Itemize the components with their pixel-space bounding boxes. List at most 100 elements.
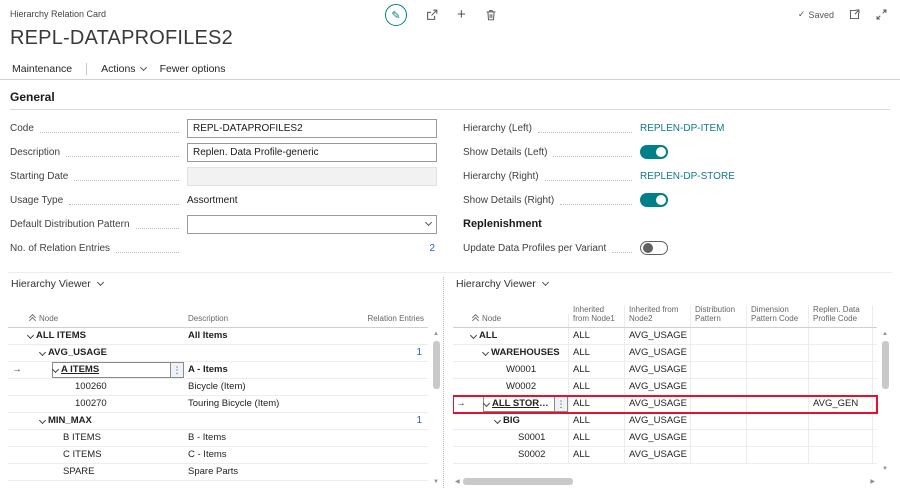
table-row[interactable]: 100260Bicycle (Item) bbox=[8, 379, 428, 396]
expand-chevron-icon[interactable] bbox=[483, 399, 490, 406]
collapse-all-icon[interactable] bbox=[30, 315, 35, 321]
ellipsis-menu-button[interactable]: ⋮ bbox=[554, 397, 567, 411]
node-cell: S0002 bbox=[469, 447, 569, 463]
node-label[interactable]: 100260 bbox=[75, 379, 107, 395]
scroll-up-icon[interactable]: ▲ bbox=[433, 330, 439, 338]
node-label[interactable]: W0002 bbox=[506, 379, 536, 395]
node-label[interactable]: WAREHOUSES bbox=[491, 345, 560, 361]
node-box[interactable]: W0002 bbox=[495, 379, 568, 395]
scroll-up-icon[interactable]: ▲ bbox=[882, 330, 888, 338]
table-row[interactable]: W0001ALLAVG_USAGE bbox=[453, 362, 877, 379]
expand-chevron-icon[interactable] bbox=[482, 348, 489, 355]
node-label[interactable]: C ITEMS bbox=[63, 447, 102, 463]
node-box[interactable]: ALL ITEMS bbox=[28, 328, 184, 344]
scrollbar-thumb[interactable] bbox=[882, 341, 889, 389]
toggle-show-details-right[interactable] bbox=[640, 193, 668, 207]
node-box[interactable]: W0001 bbox=[495, 362, 568, 378]
node-box[interactable]: AVG_USAGE bbox=[40, 345, 184, 361]
table-row[interactable]: 100270Touring Bicycle (Item) bbox=[8, 396, 428, 413]
table-row[interactable]: BIGALLAVG_USAGE bbox=[453, 413, 877, 430]
node-box[interactable]: MIN_MAX bbox=[40, 413, 184, 429]
table-row[interactable]: →A ITEMS⋮A - Items bbox=[8, 362, 428, 379]
table-row[interactable]: →ALL STORES⋮ALLAVG_USAGEAVG_GEN bbox=[453, 396, 877, 413]
node-box[interactable]: B ITEMS bbox=[52, 430, 184, 446]
node-box[interactable]: S0001 bbox=[507, 430, 568, 446]
table-row[interactable]: B ITEMSB - Items bbox=[8, 430, 428, 447]
table-row[interactable]: S0001ALLAVG_USAGE bbox=[453, 430, 877, 447]
scroll-down-icon[interactable]: ▼ bbox=[433, 478, 439, 486]
node-label[interactable]: AVG_USAGE bbox=[48, 345, 107, 361]
add-icon[interactable]: + bbox=[457, 8, 466, 22]
table-row[interactable]: SPARESpare Parts bbox=[8, 464, 428, 481]
horizontal-scrollbar[interactable]: ◀ ▶ bbox=[453, 475, 877, 488]
node-label[interactable]: 100270 bbox=[75, 396, 107, 412]
scroll-down-icon[interactable]: ▼ bbox=[882, 465, 888, 473]
toggle-show-details-left[interactable] bbox=[640, 145, 668, 159]
vertical-scrollbar[interactable]: ▲ ▼ bbox=[878, 328, 892, 475]
table-row[interactable]: W0002ALLAVG_USAGE bbox=[453, 379, 877, 396]
popout-icon[interactable] bbox=[848, 8, 861, 21]
node-label[interactable]: BIG bbox=[503, 413, 520, 429]
vertical-scrollbar[interactable]: ▲ ▼ bbox=[429, 328, 443, 488]
collapse-all-icon[interactable] bbox=[473, 315, 478, 321]
table-row[interactable]: WAREHOUSESALLAVG_USAGE bbox=[453, 345, 877, 362]
table-row[interactable]: S0002ALLAVG_USAGE bbox=[453, 447, 877, 464]
right-viewer-caption[interactable]: Hierarchy Viewer bbox=[456, 278, 892, 290]
expand-chevron-icon[interactable] bbox=[52, 365, 59, 372]
section-title-general[interactable]: General bbox=[10, 86, 890, 110]
node-box[interactable]: 100270 bbox=[64, 396, 184, 412]
node-label[interactable]: S0002 bbox=[518, 447, 545, 463]
scrollbar-thumb[interactable] bbox=[463, 478, 573, 485]
scroll-left-icon[interactable]: ◀ bbox=[455, 478, 460, 486]
node-label[interactable]: A ITEMS bbox=[61, 362, 99, 378]
lookup-link[interactable]: REPLEN-DP-ITEM bbox=[640, 123, 724, 134]
expand-chevron-icon[interactable] bbox=[27, 331, 34, 338]
node-box[interactable]: C ITEMS bbox=[52, 447, 184, 463]
edit-icon[interactable]: ✎ bbox=[385, 4, 407, 26]
text-input[interactable]: REPL-DATAPROFILES2 bbox=[187, 119, 437, 138]
node-box[interactable]: ALL bbox=[471, 328, 568, 344]
selected-node-box[interactable]: ALL STORES⋮ bbox=[483, 396, 568, 412]
scroll-right-icon[interactable]: ▶ bbox=[870, 478, 875, 486]
drilldown-link[interactable]: 2 bbox=[429, 243, 437, 254]
relation-entries-link[interactable]: 1 bbox=[416, 415, 424, 426]
expand-chevron-icon[interactable] bbox=[39, 416, 46, 423]
value-cell-inherited-from-node2: AVG_USAGE bbox=[625, 396, 691, 412]
node-box[interactable]: 100260 bbox=[64, 379, 184, 395]
left-viewer-caption[interactable]: Hierarchy Viewer bbox=[11, 278, 443, 290]
node-label[interactable]: ALL bbox=[479, 328, 497, 344]
node-label[interactable]: ALL STORES bbox=[492, 396, 551, 412]
node-box[interactable]: SPARE bbox=[52, 464, 184, 480]
node-label[interactable]: ALL ITEMS bbox=[36, 328, 86, 344]
node-label[interactable]: S0001 bbox=[518, 430, 545, 446]
ellipsis-menu-button[interactable]: ⋮ bbox=[170, 363, 183, 377]
expand-chevron-icon[interactable] bbox=[39, 348, 46, 355]
text-input[interactable]: Replen. Data Profile-generic bbox=[187, 143, 437, 162]
expand-chevron-icon[interactable] bbox=[494, 416, 501, 423]
delete-icon[interactable] bbox=[484, 8, 498, 22]
expand-chevron-icon[interactable] bbox=[470, 331, 477, 338]
node-label[interactable]: B ITEMS bbox=[63, 430, 101, 446]
share-icon[interactable] bbox=[425, 8, 439, 22]
node-box[interactable]: S0002 bbox=[507, 447, 568, 463]
lookup-link[interactable]: REPLEN-DP-STORE bbox=[640, 171, 735, 182]
node-label[interactable]: W0001 bbox=[506, 362, 536, 378]
menu-item-maintenance[interactable]: Maintenance bbox=[12, 63, 72, 75]
selected-node-box[interactable]: A ITEMS ⋮ bbox=[52, 362, 184, 378]
relation-entries-link[interactable]: 1 bbox=[416, 347, 424, 358]
node-box[interactable]: BIG bbox=[495, 413, 568, 429]
node-box[interactable]: WAREHOUSES bbox=[483, 345, 568, 361]
select-input[interactable] bbox=[187, 215, 437, 234]
menu-item-actions[interactable]: Actions bbox=[101, 63, 145, 75]
table-row[interactable]: MIN_MAX 1 bbox=[8, 413, 428, 430]
node-label[interactable]: SPARE bbox=[63, 464, 95, 480]
node-label[interactable]: MIN_MAX bbox=[48, 413, 92, 429]
resize-icon[interactable] bbox=[875, 8, 888, 21]
scrollbar-thumb[interactable] bbox=[433, 341, 440, 389]
toggle-update-data-profiles-per-variant[interactable] bbox=[640, 241, 668, 255]
table-row[interactable]: C ITEMSC - Items bbox=[8, 447, 428, 464]
table-row[interactable]: ALL ITEMSAll Items bbox=[8, 328, 428, 345]
table-row[interactable]: AVG_USAGE 1 bbox=[8, 345, 428, 362]
menu-item-fewer-options[interactable]: Fewer options bbox=[160, 63, 226, 75]
table-row[interactable]: ALLALLAVG_USAGE bbox=[453, 328, 877, 345]
